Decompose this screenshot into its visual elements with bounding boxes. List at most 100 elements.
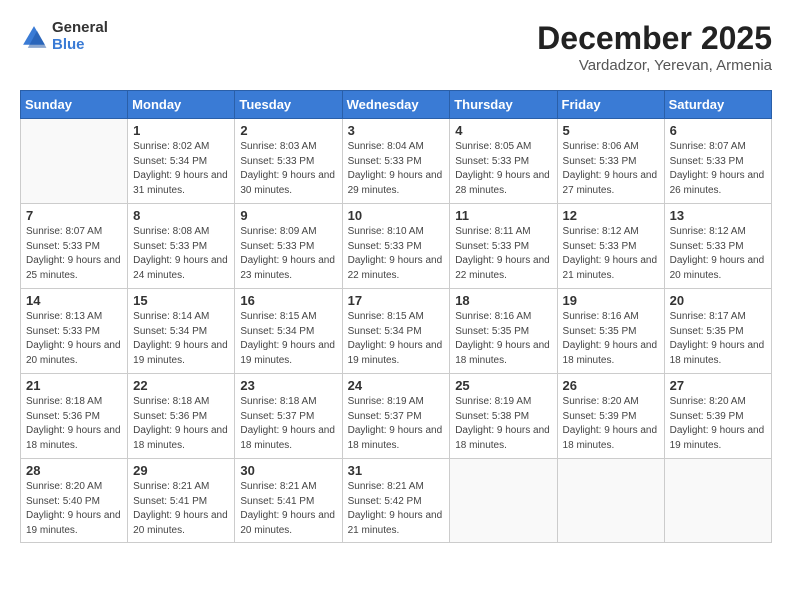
sunset-line: Sunset: 5:33 PM [455, 155, 551, 170]
calendar-cell: 3 Sunrise: 8:04 AMSunset: 5:33 PMDaylight… [342, 119, 450, 204]
daylight-line: Daylight: 9 hours and 28 minutes. [455, 169, 551, 198]
page-header: General Blue December 2025 Vardadzor, Ye… [20, 20, 772, 74]
logo-text: General Blue [52, 20, 108, 53]
day-number: 20 [670, 293, 766, 308]
calendar-cell: 15Sunrise: 8:14 AMSunset: 5:34 PMDayligh… [128, 289, 235, 374]
logo: General Blue [20, 20, 108, 53]
calendar-week-row: 21Sunrise: 8:18 AMSunset: 5:36 PMDayligh… [21, 374, 772, 459]
day-info: Sunrise: 8:21 AMSunset: 5:41 PMDaylight:… [240, 480, 336, 538]
sunrise-line: Sunrise: 8:09 AM [240, 225, 336, 240]
calendar-cell: 28 Sunrise: 8:20 AMSunset: 5:40 PMDayligh… [21, 459, 128, 543]
calendar-cell: 31 Sunrise: 8:21 AMSunset: 5:42 PMDayligh… [342, 459, 450, 543]
sunrise-line: Sunrise: 8:20 AM [26, 480, 122, 495]
day-info: Sunrise: 8:12 AMSunset: 5:33 PMDaylight:… [563, 225, 659, 283]
calendar-cell: 10Sunrise: 8:10 AMSunset: 5:33 PMDayligh… [342, 204, 450, 289]
weekday-header: Thursday [450, 91, 557, 119]
calendar-cell: 18 Sunrise: 8:16 AMSunset: 5:35 PMDayligh… [450, 289, 557, 374]
sunset-line: Sunset: 5:37 PM [348, 410, 445, 425]
day-info: Sunrise: 8:05 AMSunset: 5:33 PMDaylight:… [455, 140, 551, 198]
sunrise-line: Sunrise: 8:12 AM [670, 225, 766, 240]
day-number: 8 [133, 208, 229, 223]
weekday-header: Friday [557, 91, 664, 119]
sunrise-line: Sunrise: 8:21 AM [133, 480, 229, 495]
sunset-line: Sunset: 5:37 PM [240, 410, 336, 425]
day-number: 22 [133, 378, 229, 393]
calendar-cell: 21Sunrise: 8:18 AMSunset: 5:36 PMDayligh… [21, 374, 128, 459]
daylight-line: Daylight: 9 hours and 18 minutes. [240, 424, 336, 453]
daylight-line: Daylight: 9 hours and 20 minutes. [26, 339, 122, 368]
day-info: Sunrise: 8:18 AMSunset: 5:36 PMDaylight:… [26, 395, 122, 453]
sunset-line: Sunset: 5:42 PM [348, 495, 445, 510]
day-number: 2 [240, 123, 336, 138]
daylight-line: Daylight: 9 hours and 29 minutes. [348, 169, 445, 198]
day-info: Sunrise: 8:04 AMSunset: 5:33 PMDaylight:… [348, 140, 445, 198]
day-info: Sunrise: 8:16 AMSunset: 5:35 PMDaylight:… [455, 310, 551, 368]
sunset-line: Sunset: 5:33 PM [563, 240, 659, 255]
calendar-cell: 14Sunrise: 8:13 AMSunset: 5:33 PMDayligh… [21, 289, 128, 374]
day-info: Sunrise: 8:03 AMSunset: 5:33 PMDaylight:… [240, 140, 336, 198]
sunrise-line: Sunrise: 8:21 AM [348, 480, 445, 495]
day-number: 19 [563, 293, 659, 308]
daylight-line: Daylight: 9 hours and 24 minutes. [133, 254, 229, 283]
logo-icon [20, 23, 48, 51]
day-info: Sunrise: 8:18 AMSunset: 5:37 PMDaylight:… [240, 395, 336, 453]
day-number: 3 [348, 123, 445, 138]
sunrise-line: Sunrise: 8:13 AM [26, 310, 122, 325]
daylight-line: Daylight: 9 hours and 30 minutes. [240, 169, 336, 198]
sunset-line: Sunset: 5:34 PM [348, 325, 445, 340]
sunset-line: Sunset: 5:36 PM [133, 410, 229, 425]
day-number: 16 [240, 293, 336, 308]
daylight-line: Daylight: 9 hours and 19 minutes. [670, 424, 766, 453]
daylight-line: Daylight: 9 hours and 23 minutes. [240, 254, 336, 283]
day-number: 10 [348, 208, 445, 223]
day-info: Sunrise: 8:08 AMSunset: 5:33 PMDaylight:… [133, 225, 229, 283]
day-number: 9 [240, 208, 336, 223]
calendar-cell: 16 Sunrise: 8:15 AMSunset: 5:34 PMDayligh… [235, 289, 342, 374]
daylight-line: Daylight: 9 hours and 18 minutes. [26, 424, 122, 453]
sunrise-line: Sunrise: 8:06 AM [563, 140, 659, 155]
daylight-line: Daylight: 9 hours and 18 minutes. [455, 339, 551, 368]
sunset-line: Sunset: 5:33 PM [670, 240, 766, 255]
day-number: 24 [348, 378, 445, 393]
day-info: Sunrise: 8:20 AMSunset: 5:40 PMDaylight:… [26, 480, 122, 538]
calendar-cell: 23 Sunrise: 8:18 AMSunset: 5:37 PMDayligh… [235, 374, 342, 459]
daylight-line: Daylight: 9 hours and 19 minutes. [240, 339, 336, 368]
day-info: Sunrise: 8:21 AMSunset: 5:42 PMDaylight:… [348, 480, 445, 538]
sunset-line: Sunset: 5:35 PM [563, 325, 659, 340]
daylight-line: Daylight: 9 hours and 19 minutes. [26, 509, 122, 538]
calendar-cell: 25Sunrise: 8:19 AMSunset: 5:38 PMDayligh… [450, 374, 557, 459]
daylight-line: Daylight: 9 hours and 18 minutes. [563, 424, 659, 453]
day-number: 5 [563, 123, 659, 138]
calendar-cell: 22 Sunrise: 8:18 AMSunset: 5:36 PMDayligh… [128, 374, 235, 459]
day-info: Sunrise: 8:14 AMSunset: 5:34 PMDaylight:… [133, 310, 229, 368]
calendar-cell: 11Sunrise: 8:11 AMSunset: 5:33 PMDayligh… [450, 204, 557, 289]
daylight-line: Daylight: 9 hours and 20 minutes. [133, 509, 229, 538]
day-info: Sunrise: 8:15 AMSunset: 5:34 PMDaylight:… [240, 310, 336, 368]
day-number: 31 [348, 463, 445, 478]
sunset-line: Sunset: 5:39 PM [670, 410, 766, 425]
day-number: 18 [455, 293, 551, 308]
day-number: 28 [26, 463, 122, 478]
sunrise-line: Sunrise: 8:15 AM [240, 310, 336, 325]
logo-line2: Blue [52, 37, 108, 54]
daylight-line: Daylight: 9 hours and 20 minutes. [240, 509, 336, 538]
daylight-line: Daylight: 9 hours and 19 minutes. [348, 339, 445, 368]
calendar-cell: 7Sunrise: 8:07 AMSunset: 5:33 PMDaylight… [21, 204, 128, 289]
calendar-week-row: 28 Sunrise: 8:20 AMSunset: 5:40 PMDayligh… [21, 459, 772, 543]
daylight-line: Daylight: 9 hours and 21 minutes. [563, 254, 659, 283]
day-number: 26 [563, 378, 659, 393]
calendar-cell: 9 Sunrise: 8:09 AMSunset: 5:33 PMDaylight… [235, 204, 342, 289]
day-info: Sunrise: 8:02 AMSunset: 5:34 PMDaylight:… [133, 140, 229, 198]
day-info: Sunrise: 8:13 AMSunset: 5:33 PMDaylight:… [26, 310, 122, 368]
sunrise-line: Sunrise: 8:10 AM [348, 225, 445, 240]
sunset-line: Sunset: 5:34 PM [133, 155, 229, 170]
day-number: 23 [240, 378, 336, 393]
day-number: 27 [670, 378, 766, 393]
daylight-line: Daylight: 9 hours and 25 minutes. [26, 254, 122, 283]
daylight-line: Daylight: 9 hours and 27 minutes. [563, 169, 659, 198]
day-info: Sunrise: 8:18 AMSunset: 5:36 PMDaylight:… [133, 395, 229, 453]
day-info: Sunrise: 8:19 AMSunset: 5:37 PMDaylight:… [348, 395, 445, 453]
sunset-line: Sunset: 5:33 PM [240, 240, 336, 255]
day-info: Sunrise: 8:09 AMSunset: 5:33 PMDaylight:… [240, 225, 336, 283]
sunset-line: Sunset: 5:33 PM [563, 155, 659, 170]
